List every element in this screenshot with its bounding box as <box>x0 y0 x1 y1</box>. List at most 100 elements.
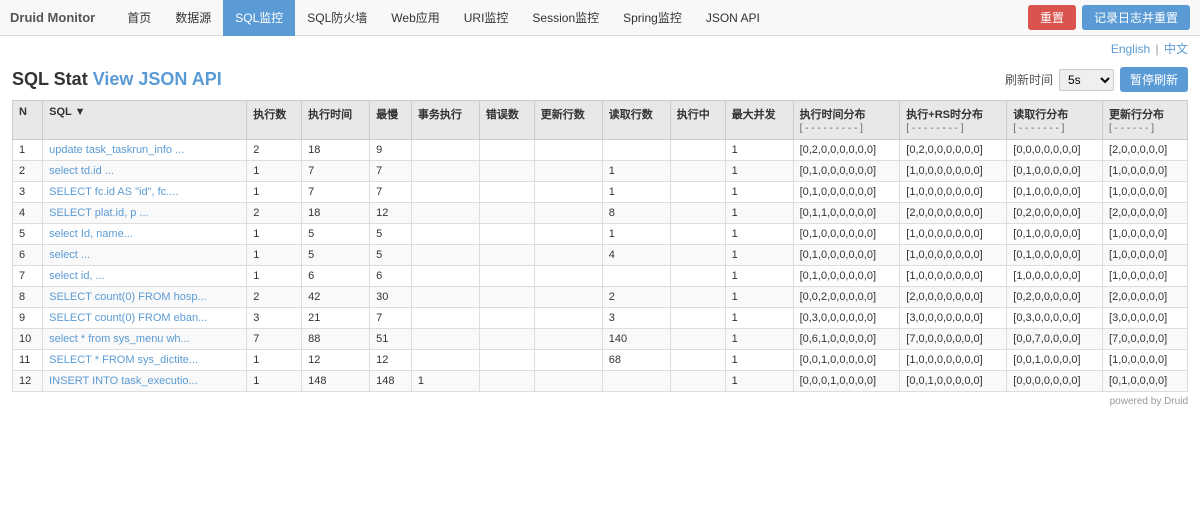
brand-label: Druid Monitor <box>10 10 95 25</box>
cell-read-rows-dist: [0,1,0,0,0,0,0] <box>1007 161 1103 182</box>
table-row: 1 update task_taskrun_info ... 2 18 9 1 … <box>13 140 1188 161</box>
nav-spring-monitor[interactable]: Spring监控 <box>611 0 694 36</box>
cell-sql[interactable]: select td.id ... <box>43 161 247 182</box>
cell-sql[interactable]: select Id, name... <box>43 224 247 245</box>
cell-read-rows: 68 <box>602 350 670 371</box>
nav-web-app[interactable]: Web应用 <box>379 0 451 36</box>
cell-executing <box>670 350 725 371</box>
sql-link[interactable]: INSERT INTO task_executio... <box>49 375 198 387</box>
page-title-link[interactable]: View JSON API <box>93 69 222 89</box>
nav-datasource[interactable]: 数据源 <box>163 0 223 36</box>
cell-update-rows <box>534 266 602 287</box>
nav-json-api[interactable]: JSON API <box>694 0 772 36</box>
table-row: 4 SELECT plat.id, p ... 2 18 12 8 1 [0,1… <box>13 203 1188 224</box>
cell-sql[interactable]: SELECT count(0) FROM eban... <box>43 308 247 329</box>
cell-slowest: 5 <box>370 224 412 245</box>
sql-link[interactable]: select ... <box>49 249 90 261</box>
cell-sql[interactable]: INSERT INTO task_executio... <box>43 371 247 392</box>
table-row: 2 select td.id ... 1 7 7 1 1 [0,1,0,0,0,… <box>13 161 1188 182</box>
cell-update-rows-dist: [2,0,0,0,0,0] <box>1103 287 1188 308</box>
cell-update-rows <box>534 140 602 161</box>
cell-tx-exec <box>411 182 479 203</box>
cell-exec-time: 18 <box>302 140 370 161</box>
sql-stat-table: N SQL ▼ 执行数 执行时间 最慢 事务执行 错误数 更新行数 读取行数 执… <box>12 100 1188 392</box>
cell-exec-time: 88 <box>302 329 370 350</box>
cell-exec-time-dist: [0,0,0,1,0,0,0,0] <box>793 371 900 392</box>
sql-link[interactable]: SELECT * FROM sys_dictite... <box>49 354 198 366</box>
cell-slowest: 12 <box>370 350 412 371</box>
cell-slowest: 51 <box>370 329 412 350</box>
refresh-interval-select[interactable]: 5s 10s 30s 60s 停止 <box>1059 69 1114 91</box>
cell-read-rows: 2 <box>602 287 670 308</box>
th-update-rows-dist: 更新行分布[ - - - - - - ] <box>1103 101 1188 140</box>
th-max-concurrent: 最大并发 <box>725 101 793 140</box>
pause-refresh-button[interactable]: 暂停刷新 <box>1120 67 1188 92</box>
cell-tx-exec <box>411 287 479 308</box>
th-sql[interactable]: SQL ▼ <box>43 101 247 140</box>
sql-link[interactable]: update task_taskrun_info ... <box>49 144 184 156</box>
cell-executing <box>670 308 725 329</box>
cell-read-rows: 1 <box>602 224 670 245</box>
cell-sql[interactable]: SELECT fc.id AS "id", fc.... <box>43 182 247 203</box>
cell-update-rows-dist: [1,0,0,0,0,0] <box>1103 182 1188 203</box>
cell-exec-time-dist: [0,1,0,0,0,0,0,0] <box>793 245 900 266</box>
cell-executing <box>670 329 725 350</box>
sql-link[interactable]: SELECT count(0) FROM hosp... <box>49 291 207 303</box>
cell-sql[interactable]: select ... <box>43 245 247 266</box>
cell-update-rows-dist: [1,0,0,0,0,0] <box>1103 224 1188 245</box>
cell-n: 11 <box>13 350 43 371</box>
nav-items: 首页 数据源 SQL监控 SQL防火墙 Web应用 URI监控 Session监… <box>115 0 1028 36</box>
sql-link[interactable]: select id, ... <box>49 270 105 282</box>
language-bar: English | 中文 <box>0 36 1200 61</box>
table-body: 1 update task_taskrun_info ... 2 18 9 1 … <box>13 140 1188 392</box>
cell-max-concurrent: 1 <box>725 182 793 203</box>
cell-exec-time: 7 <box>302 182 370 203</box>
log-reset-button[interactable]: 记录日志并重置 <box>1082 5 1190 30</box>
cell-sql[interactable]: SELECT plat.id, p ... <box>43 203 247 224</box>
cell-update-rows <box>534 161 602 182</box>
cell-tx-exec <box>411 329 479 350</box>
refresh-label: 刷新时间 <box>1005 71 1053 88</box>
cell-exec-time: 21 <box>302 308 370 329</box>
sql-link[interactable]: SELECT fc.id AS "id", fc.... <box>49 186 178 198</box>
cell-read-rows: 1 <box>602 182 670 203</box>
sql-link[interactable]: select Id, name... <box>49 228 133 240</box>
cell-read-rows-dist: [0,0,0,0,0,0,0] <box>1007 371 1103 392</box>
cell-sql[interactable]: SELECT * FROM sys_dictite... <box>43 350 247 371</box>
sql-stat-table-wrapper: N SQL ▼ 执行数 执行时间 最慢 事务执行 错误数 更新行数 读取行数 执… <box>0 100 1200 392</box>
reset-button[interactable]: 重置 <box>1028 5 1076 30</box>
sql-link[interactable]: select * from sys_menu wh... <box>49 333 190 345</box>
cell-sql[interactable]: select id, ... <box>43 266 247 287</box>
cell-read-rows-dist: [0,3,0,0,0,0,0] <box>1007 308 1103 329</box>
cell-max-concurrent: 1 <box>725 371 793 392</box>
cell-error-count <box>479 287 534 308</box>
page-title-prefix: SQL Stat <box>12 69 93 89</box>
cell-slowest: 7 <box>370 182 412 203</box>
cell-exec-time-dist: [0,6,1,0,0,0,0,0] <box>793 329 900 350</box>
nav-uri-monitor[interactable]: URI监控 <box>452 0 521 36</box>
cell-max-concurrent: 1 <box>725 350 793 371</box>
sql-link[interactable]: SELECT plat.id, p ... <box>49 207 148 219</box>
sql-link[interactable]: SELECT count(0) FROM eban... <box>49 312 207 324</box>
cell-sql[interactable]: SELECT count(0) FROM hosp... <box>43 287 247 308</box>
cell-exec-rs-dist: [3,0,0,0,0,0,0,0] <box>900 308 1007 329</box>
cell-n: 3 <box>13 182 43 203</box>
nav-sql-firewall[interactable]: SQL防火墙 <box>295 0 379 36</box>
cell-sql[interactable]: update task_taskrun_info ... <box>43 140 247 161</box>
nav-home[interactable]: 首页 <box>115 0 163 36</box>
cell-executing <box>670 161 725 182</box>
nav-sql-monitor[interactable]: SQL监控 <box>223 0 295 36</box>
cell-exec-time: 12 <box>302 350 370 371</box>
table-header-row: N SQL ▼ 执行数 执行时间 最慢 事务执行 错误数 更新行数 读取行数 执… <box>13 101 1188 140</box>
cell-read-rows-dist: [0,1,0,0,0,0,0] <box>1007 182 1103 203</box>
cell-exec-count: 2 <box>247 203 302 224</box>
cell-update-rows-dist: [1,0,0,0,0,0] <box>1103 266 1188 287</box>
cell-error-count <box>479 371 534 392</box>
th-tx-exec: 事务执行 <box>411 101 479 140</box>
nav-session-monitor[interactable]: Session监控 <box>520 0 611 36</box>
cell-sql[interactable]: select * from sys_menu wh... <box>43 329 247 350</box>
sql-link[interactable]: select td.id ... <box>49 165 114 177</box>
cell-n: 10 <box>13 329 43 350</box>
lang-english[interactable]: English <box>1111 42 1150 56</box>
lang-chinese[interactable]: 中文 <box>1164 42 1188 56</box>
